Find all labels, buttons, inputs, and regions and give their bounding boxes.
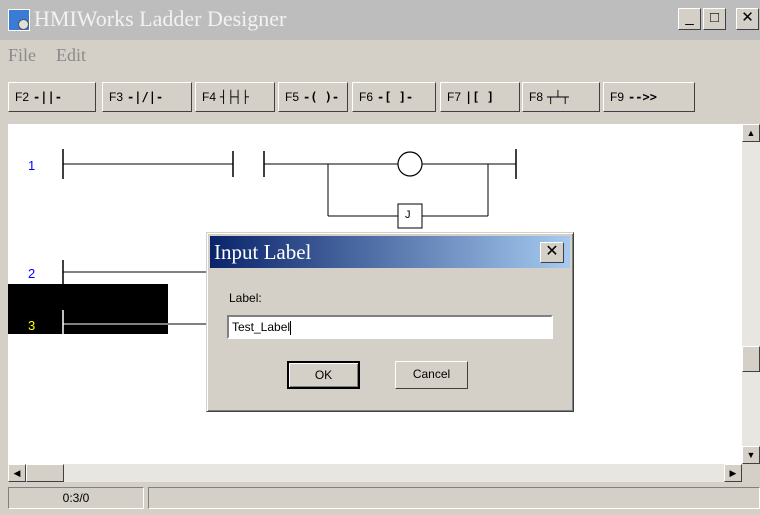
- scroll-right-icon[interactable]: ▶: [724, 464, 742, 482]
- menu-file[interactable]: File: [8, 45, 36, 66]
- text-caret: [290, 320, 292, 335]
- maximize-button[interactable]: □: [703, 8, 726, 30]
- menu-edit[interactable]: Edit: [56, 45, 86, 66]
- f7-key-label: F7: [447, 90, 462, 104]
- f7-output-button[interactable]: F7 |[ ]: [440, 82, 520, 112]
- open-contact-icon: -||-: [33, 90, 62, 104]
- f5-coil-button[interactable]: F5 -( )-: [278, 82, 348, 112]
- dialog-title: Input Label: [214, 240, 312, 264]
- f8-key-label: F8: [529, 90, 544, 104]
- jump-arrow-icon: -->>: [628, 90, 657, 104]
- cancel-button[interactable]: Cancel: [395, 361, 468, 389]
- f4-key-label: F4: [202, 90, 217, 104]
- f5-key-label: F5: [285, 90, 300, 104]
- coil-icon: -( )-: [303, 90, 340, 104]
- jump-label-text: J: [405, 209, 411, 221]
- branch-down-icon: ┬┴┬: [547, 90, 569, 104]
- f6-function-button[interactable]: F6 -[ ]-: [352, 82, 436, 112]
- rung-number-3: 3: [28, 318, 36, 333]
- f4-branch-button[interactable]: F4 ┤├┤├: [195, 82, 275, 112]
- label-input[interactable]: Test_Label: [227, 315, 553, 339]
- f3-closed-contact-button[interactable]: F3 -|/|-: [102, 82, 192, 112]
- closed-contact-icon: -|/|-: [127, 90, 164, 104]
- status-position: 0:3/0: [8, 487, 144, 509]
- dialog-close-icon[interactable]: ✕: [540, 242, 564, 263]
- hscroll-thumb[interactable]: [26, 464, 64, 482]
- close-button[interactable]: ✕: [736, 8, 759, 30]
- status-message: [148, 487, 760, 509]
- f2-contact-button[interactable]: F2 -||-: [8, 82, 96, 112]
- horizontal-scrollbar[interactable]: ◀ ▶: [8, 464, 742, 482]
- rung-number-2: 2: [28, 266, 36, 281]
- f9-key-label: F9: [610, 90, 625, 104]
- status-bar: 0:3/0: [8, 487, 760, 511]
- branch-icon: ┤├┤├: [220, 90, 249, 104]
- ok-button[interactable]: OK: [287, 361, 360, 389]
- f3-key-label: F3: [109, 90, 124, 104]
- label-field-caption: Label:: [229, 291, 262, 305]
- rung-number-1: 1: [28, 158, 36, 173]
- function-block-icon: -[ ]-: [377, 90, 414, 104]
- f2-key-label: F2: [15, 90, 30, 104]
- title-bar[interactable]: HMIWorks Ladder Designer _ □ ✕: [0, 0, 760, 40]
- f9-jump-button[interactable]: F9 -->>: [603, 82, 695, 112]
- output-block-icon: |[ ]: [465, 90, 494, 104]
- scroll-left-icon[interactable]: ◀: [8, 464, 26, 482]
- scroll-down-icon[interactable]: ▼: [742, 446, 760, 464]
- window-title: HMIWorks Ladder Designer: [34, 6, 287, 31]
- dialog-title-bar[interactable]: Input Label ✕: [210, 236, 570, 268]
- f6-key-label: F6: [359, 90, 374, 104]
- menu-bar: File Edit: [0, 42, 760, 68]
- app-logo-icon: [8, 9, 30, 31]
- f8-branch-down-button[interactable]: F8 ┬┴┬: [522, 82, 600, 112]
- input-label-dialog: Input Label ✕ Label: Test_Label OK Cance…: [206, 232, 574, 412]
- scroll-thumb[interactable]: [742, 346, 760, 372]
- label-input-value: Test_Label: [232, 320, 291, 334]
- app-window: HMIWorks Ladder Designer _ □ ✕ File Edit…: [0, 0, 760, 515]
- scroll-up-icon[interactable]: ▲: [742, 124, 760, 142]
- minimize-button[interactable]: _: [678, 8, 701, 30]
- vertical-scrollbar[interactable]: ▲ ▼: [742, 124, 760, 464]
